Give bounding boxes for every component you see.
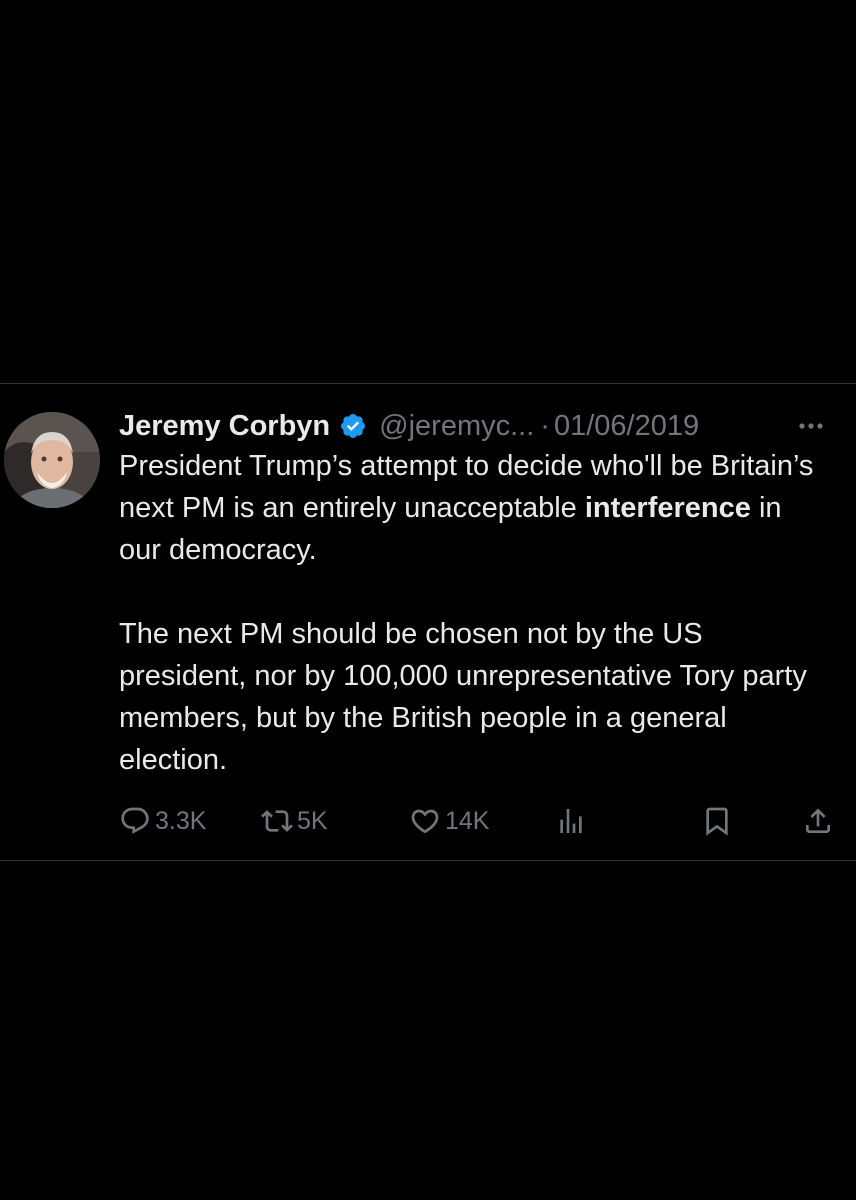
bold-word: interference [584,492,751,524]
reply-button[interactable]: 3.3K [119,801,206,841]
reply-count: 3.3K [155,806,207,835]
tweet-paragraph-1: President Trump’s attempt to decide who'… [119,445,829,571]
bookmark-button[interactable] [701,801,733,841]
bookmark-icon [701,805,733,837]
tweet[interactable]: Jeremy Corbyn @jeremyc... · 01/06/2019 P… [0,383,856,861]
like-count: 14K [445,806,490,835]
heart-icon [409,805,441,837]
separator: · [540,409,550,442]
author-handle[interactable]: @jeremyc... [379,410,534,443]
tweet-text: President Trump’s attempt to decide who'… [119,445,829,781]
repost-button[interactable]: 5K [261,801,328,841]
reply-icon [119,805,151,837]
tweet-header: Jeremy Corbyn @jeremyc... · 01/06/2019 [119,406,829,446]
tweet-content: Jeremy Corbyn @jeremyc... · 01/06/2019 P… [119,406,829,781]
repost-icon [261,805,293,837]
tweet-date[interactable]: 01/06/2019 [554,410,699,443]
like-button[interactable]: 14K [409,801,489,841]
action-bar: 3.3K 5K 14K [119,801,839,841]
verified-badge-icon [339,412,367,440]
author-name[interactable]: Jeremy Corbyn [119,410,330,443]
views-icon [555,805,587,837]
share-button[interactable] [802,801,834,841]
views-button[interactable] [555,801,587,841]
tweet-paragraph-2: The next PM should be chosen not by the … [119,618,807,776]
repost-count: 5K [297,806,328,835]
avatar[interactable] [4,412,100,508]
share-icon [802,805,834,837]
more-icon[interactable] [793,408,829,444]
